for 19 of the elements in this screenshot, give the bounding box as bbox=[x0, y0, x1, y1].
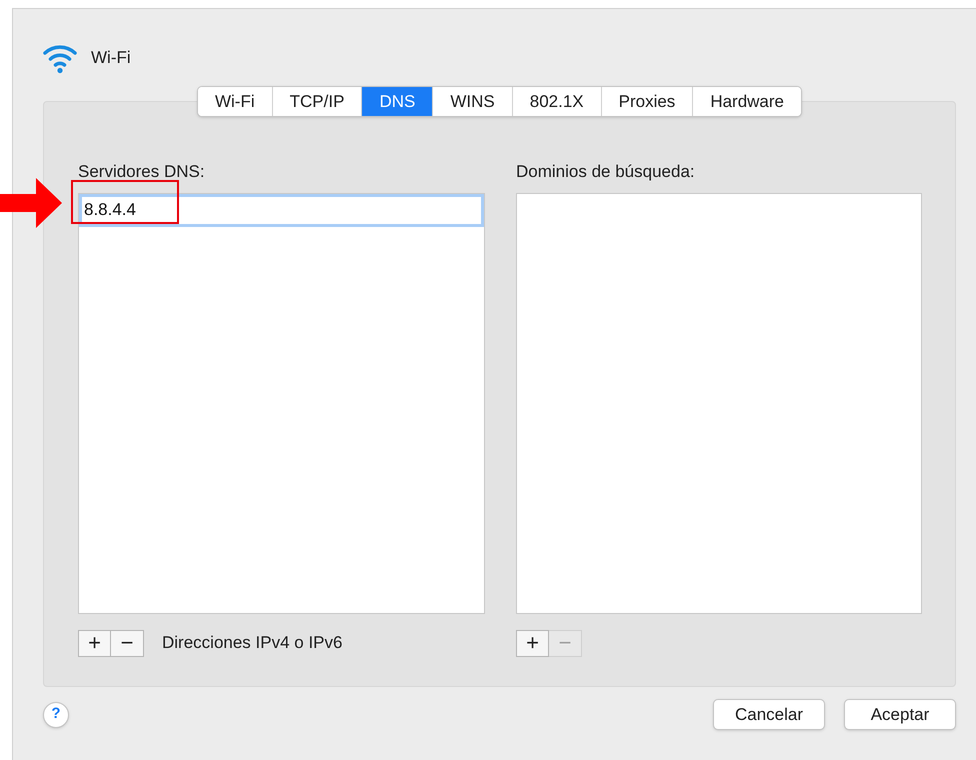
dns-entry-field[interactable]: 8.8.4.4 bbox=[79, 194, 484, 226]
tab[interactable]: Proxies bbox=[600, 87, 692, 116]
list-label: Servidores DNS: bbox=[78, 161, 206, 183]
window-title: Wi-Fi bbox=[91, 47, 131, 70]
hint-text: Direcciones IPv4 o IPv6 bbox=[162, 632, 342, 654]
tab[interactable]: Wi-Fi bbox=[198, 87, 272, 116]
tab[interactable]: TCP/IP bbox=[272, 87, 362, 116]
help-button[interactable]: ? bbox=[43, 702, 69, 728]
tab[interactable]: 802.1X bbox=[512, 87, 601, 116]
dialog-button[interactable]: Aceptar bbox=[844, 699, 956, 730]
list-label: Dominios de búsqueda: bbox=[516, 161, 696, 183]
tab[interactable]: WINS bbox=[432, 87, 512, 116]
remove-button[interactable]: − bbox=[111, 630, 144, 656]
tab[interactable]: Hardware bbox=[692, 87, 802, 116]
tab[interactable]: DNS bbox=[361, 87, 432, 116]
add-button[interactable]: + bbox=[78, 630, 111, 656]
arrow-icon bbox=[0, 178, 62, 228]
add-button[interactable]: + bbox=[516, 630, 549, 656]
dialog-button[interactable]: Cancelar bbox=[713, 699, 825, 730]
